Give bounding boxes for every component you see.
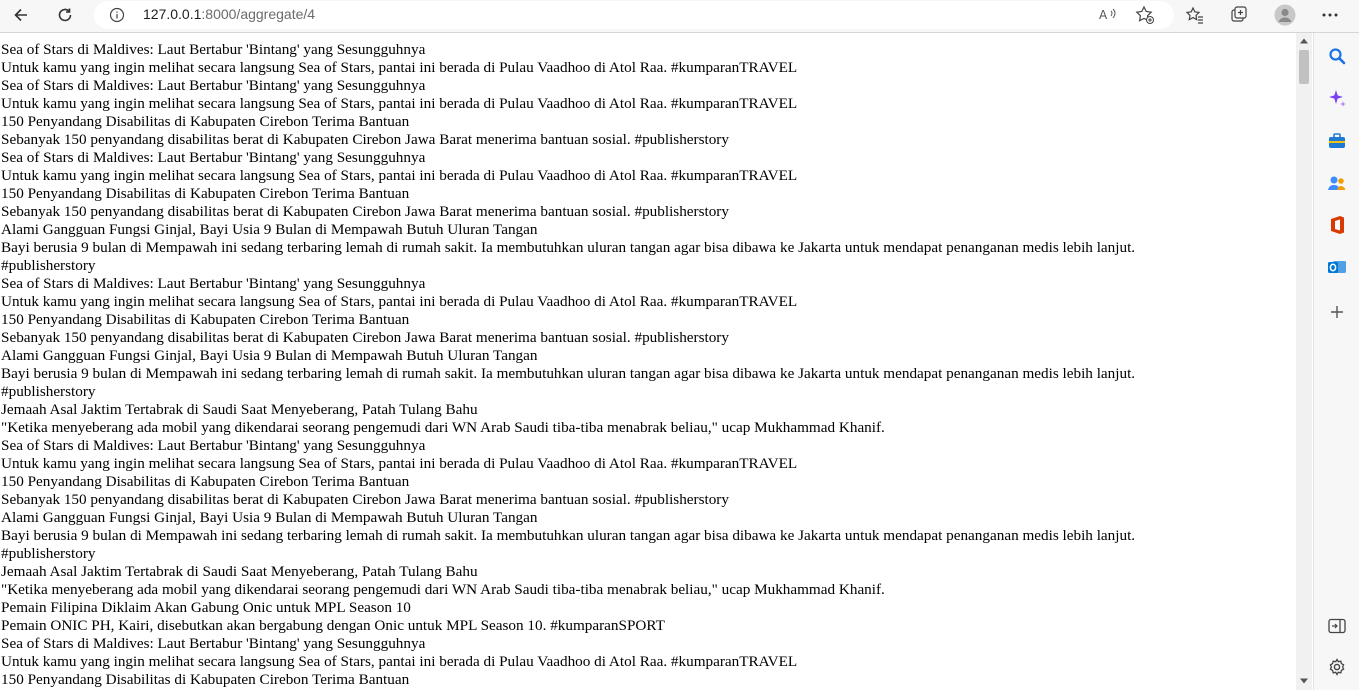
feed-line: 150 Penyandang Disabilitas di Kabupaten … <box>1 113 410 130</box>
feed-line: Sebanyak 150 penyandang disabilitas bera… <box>1 131 729 148</box>
aggregate-feed: Sea of Stars di Maldives: Laut Bertabur … <box>0 33 1296 689</box>
feed-line: #publisherstory <box>1 383 96 400</box>
feed-line: Sea of Stars di Maldives: Laut Bertabur … <box>1 77 426 94</box>
feed-line: Alami Gangguan Fungsi Ginjal, Bayi Usia … <box>1 509 538 526</box>
feed-line: Sebanyak 150 penyandang disabilitas bera… <box>1 491 729 508</box>
tools-icon[interactable] <box>1324 128 1350 154</box>
feed-line: Bayi berusia 9 bulan di Mempawah ini sed… <box>1 239 1136 256</box>
edge-sidebar <box>1313 33 1359 690</box>
feed-line: Jemaah Asal Jaktim Tertabrak di Saudi Sa… <box>1 401 478 418</box>
vertical-scrollbar[interactable] <box>1296 33 1312 690</box>
scroll-up-icon[interactable] <box>1296 33 1312 49</box>
feed-line: Untuk kamu yang ingin melihat secara lan… <box>1 59 798 76</box>
games-icon[interactable] <box>1324 170 1350 196</box>
feed-line: Bayi berusia 9 bulan di Mempawah ini sed… <box>1 365 1136 382</box>
feed-line: "Ketika menyeberang ada mobil yang diken… <box>1 419 885 436</box>
feed-line: Untuk kamu yang ingin melihat secara lan… <box>1 95 798 112</box>
copilot-icon[interactable] <box>1324 85 1350 111</box>
feed-line: Untuk kamu yang ingin melihat secara lan… <box>1 455 798 472</box>
feed-line: Untuk kamu yang ingin melihat secara lan… <box>1 167 798 184</box>
svg-text:A: A <box>1099 8 1108 22</box>
feed-line: Alami Gangguan Fungsi Ginjal, Bayi Usia … <box>1 221 538 238</box>
read-aloud-icon[interactable]: A <box>1093 1 1123 29</box>
panel-toggle-icon[interactable] <box>1324 613 1350 639</box>
feed-line: Untuk kamu yang ingin melihat secara lan… <box>1 653 798 670</box>
profile-icon[interactable] <box>1270 1 1300 29</box>
search-icon[interactable] <box>1324 43 1350 69</box>
settings-icon[interactable] <box>1324 654 1350 680</box>
feed-line: 150 Penyandang Disabilitas di Kabupaten … <box>1 671 410 688</box>
outlook-icon[interactable] <box>1324 254 1350 280</box>
add-favorite-icon[interactable] <box>1130 1 1160 29</box>
info-icon[interactable] <box>108 6 126 24</box>
feed-line: Sea of Stars di Maldives: Laut Bertabur … <box>1 635 426 652</box>
feed-line: Pemain Filipina Diklaim Akan Gabung Onic… <box>1 599 411 616</box>
feed-line: "Ketika menyeberang ada mobil yang diken… <box>1 581 885 598</box>
address-bar[interactable]: 127.0.0.1:8000/aggregate/4 <box>94 1 1174 29</box>
feed-line: 150 Penyandang Disabilitas di Kabupaten … <box>1 185 410 202</box>
back-icon[interactable] <box>6 1 36 29</box>
url-host: 127.0.0.1 <box>143 6 202 22</box>
feed-line: 150 Penyandang Disabilitas di Kabupaten … <box>1 311 410 328</box>
favorites-icon[interactable] <box>1180 1 1210 29</box>
browser-toolbar: 127.0.0.1:8000/aggregate/4 A <box>0 0 1359 33</box>
collections-icon[interactable] <box>1224 1 1254 29</box>
feed-line: 150 Penyandang Disabilitas di Kabupaten … <box>1 473 410 490</box>
feed-line: Sea of Stars di Maldives: Laut Bertabur … <box>1 275 426 292</box>
feed-line: Pemain ONIC PH, Kairi, disebutkan akan b… <box>1 617 665 634</box>
url-text[interactable]: 127.0.0.1:8000/aggregate/4 <box>143 6 315 22</box>
feed-line: Jemaah Asal Jaktim Tertabrak di Saudi Sa… <box>1 563 478 580</box>
office-icon[interactable] <box>1324 212 1350 238</box>
scroll-down-icon[interactable] <box>1296 673 1312 689</box>
reload-icon[interactable] <box>50 1 80 29</box>
more-icon[interactable] <box>1315 1 1345 29</box>
feed-line: #publisherstory <box>1 257 96 274</box>
feed-line: #publisherstory <box>1 545 96 562</box>
feed-line: Sea of Stars di Maldives: Laut Bertabur … <box>1 437 426 454</box>
url-path: :8000/aggregate/4 <box>201 6 316 22</box>
feed-line: Sea of Stars di Maldives: Laut Bertabur … <box>1 149 426 166</box>
feed-line: Untuk kamu yang ingin melihat secara lan… <box>1 293 798 310</box>
feed-line: Sebanyak 150 penyandang disabilitas bera… <box>1 203 729 220</box>
page-content: Sea of Stars di Maldives: Laut Bertabur … <box>0 33 1296 690</box>
add-icon[interactable] <box>1324 299 1350 325</box>
feed-line: Sea of Stars di Maldives: Laut Bertabur … <box>1 41 426 58</box>
feed-line: Bayi berusia 9 bulan di Mempawah ini sed… <box>1 527 1136 544</box>
feed-line: Alami Gangguan Fungsi Ginjal, Bayi Usia … <box>1 347 538 364</box>
feed-line: Sebanyak 150 penyandang disabilitas bera… <box>1 329 729 346</box>
scrollbar-thumb[interactable] <box>1299 50 1309 84</box>
